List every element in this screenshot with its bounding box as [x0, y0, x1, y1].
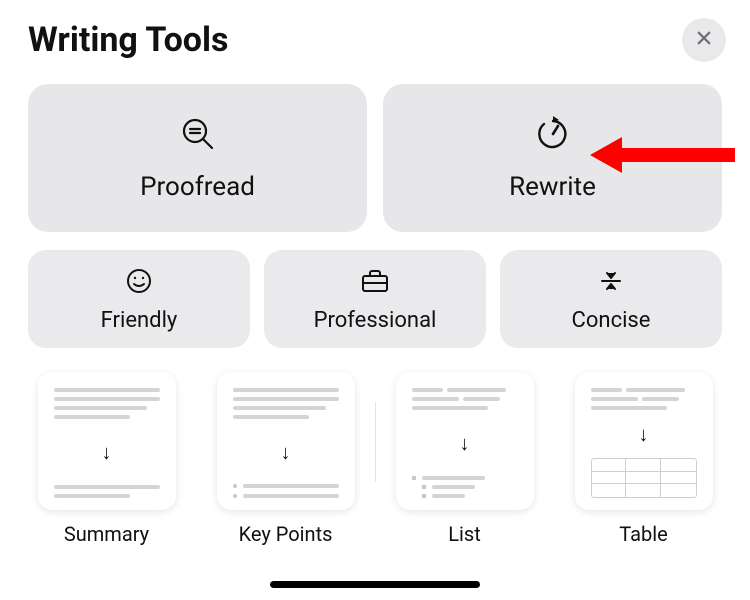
close-icon	[695, 29, 713, 51]
primary-actions-row: Proofread Rewrite	[28, 84, 722, 232]
home-indicator	[270, 581, 480, 588]
table-label: Table	[619, 522, 667, 546]
table-card[interactable]: ↓ Table	[565, 372, 722, 546]
list-preview: ↓	[396, 372, 534, 510]
table-preview: ↓	[575, 372, 713, 510]
keypoints-card[interactable]: ↓ Key Points	[207, 372, 364, 546]
professional-button[interactable]: Professional	[264, 250, 486, 348]
panel-title: Writing Tools	[28, 20, 228, 60]
list-label: List	[448, 522, 481, 546]
smile-icon	[124, 266, 154, 300]
summary-card[interactable]: ↓ Summary	[28, 372, 185, 546]
rewrite-label: Rewrite	[509, 172, 596, 202]
cards-separator	[375, 402, 376, 482]
arrow-down-icon: ↓	[412, 433, 518, 453]
tone-actions-row: Friendly Professional Concise	[28, 250, 722, 348]
panel-header: Writing Tools	[28, 18, 722, 62]
table-icon	[591, 458, 697, 498]
magnify-equal-icon	[178, 114, 218, 158]
friendly-button[interactable]: Friendly	[28, 250, 250, 348]
format-cards-row: ↓ Summary ↓ Key Points	[28, 372, 722, 546]
rewrite-button[interactable]: Rewrite	[383, 84, 722, 232]
professional-label: Professional	[314, 308, 437, 333]
writing-tools-panel: Writing Tools Proofread	[0, 0, 750, 546]
concise-button[interactable]: Concise	[500, 250, 722, 348]
proofread-button[interactable]: Proofread	[28, 84, 367, 232]
briefcase-icon	[359, 266, 391, 300]
concise-label: Concise	[572, 308, 651, 333]
close-button[interactable]	[682, 18, 726, 62]
collapse-icon	[596, 266, 626, 300]
arrow-down-icon: ↓	[54, 442, 160, 462]
rewrite-cycle-icon	[533, 114, 573, 158]
arrow-down-icon: ↓	[233, 442, 339, 462]
summary-preview: ↓	[38, 372, 176, 510]
arrow-down-icon: ↓	[591, 424, 697, 444]
keypoints-preview: ↓	[217, 372, 355, 510]
summary-label: Summary	[64, 522, 149, 546]
proofread-label: Proofread	[140, 172, 255, 202]
friendly-label: Friendly	[101, 308, 178, 333]
keypoints-label: Key Points	[239, 522, 333, 546]
list-card[interactable]: ↓ List	[386, 372, 543, 546]
